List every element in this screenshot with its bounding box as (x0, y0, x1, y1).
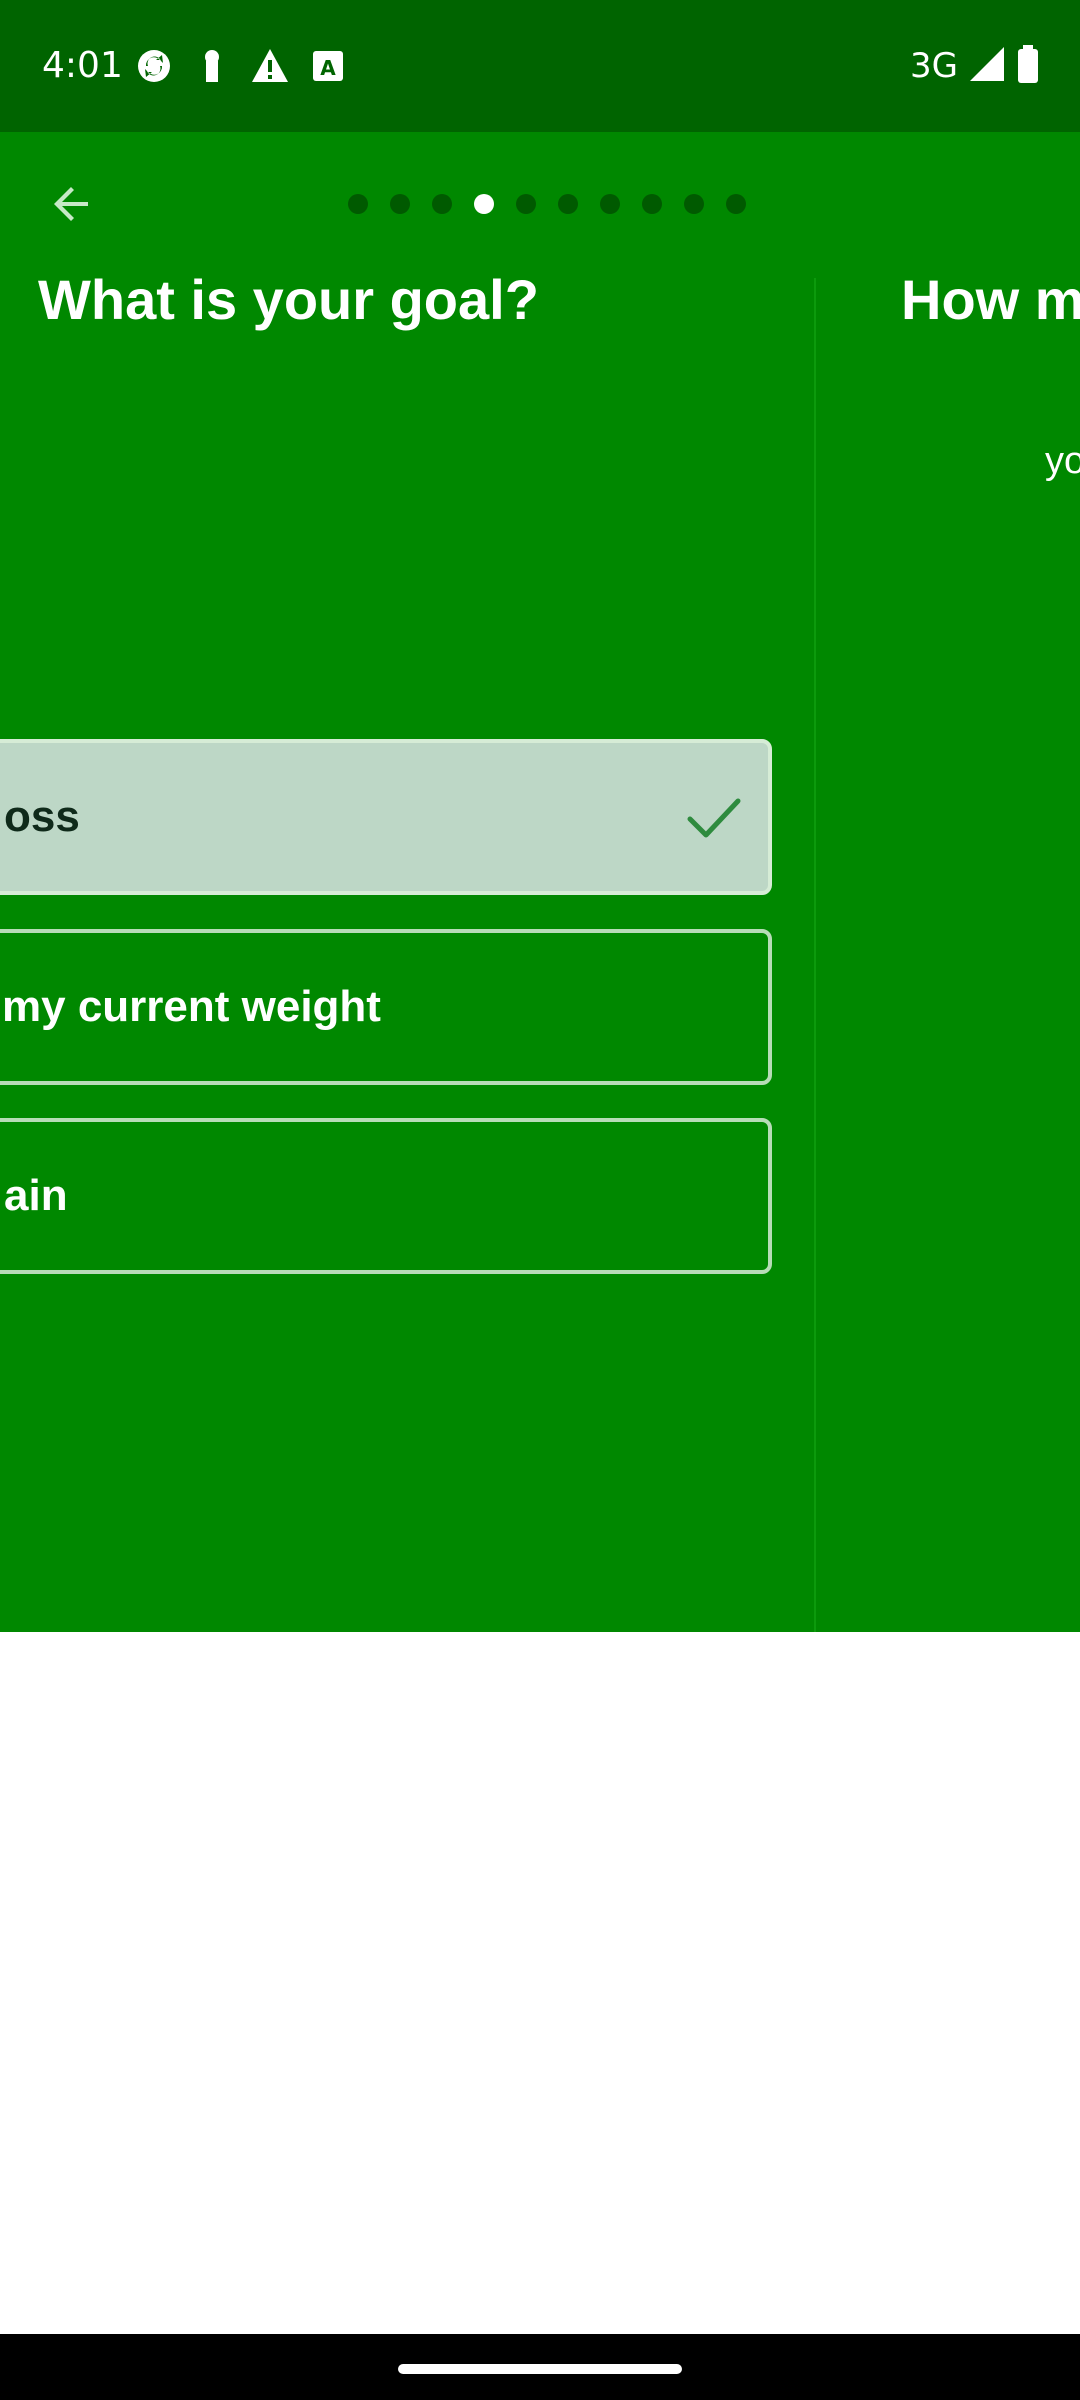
goal-option-maintain-weight[interactable]: my current weight (0, 929, 772, 1085)
check-icon (687, 798, 741, 838)
option-label: oss (4, 792, 80, 841)
goal-question-page: What is your goal? oss my current weight… (0, 132, 814, 1486)
page-title: How m (901, 268, 1080, 331)
status-time: 4:01 (42, 45, 123, 86)
keyhole-icon (192, 46, 232, 86)
option-label: my current weight (2, 982, 381, 1031)
status-bar: 4:01 A 3G (0, 0, 1080, 132)
next-question-page: How m yo (816, 132, 1080, 1486)
status-notification-icons: A (134, 46, 348, 86)
sync-icon (134, 46, 174, 86)
svg-text:A: A (320, 56, 336, 80)
page-title: What is your goal? (38, 268, 539, 331)
status-system-icons: 3G (910, 44, 1040, 88)
goal-option-weight-loss[interactable]: oss (0, 739, 772, 895)
home-gesture-handle[interactable] (398, 2364, 682, 2374)
font-icon: A (308, 46, 348, 86)
goal-option-weight-gain[interactable]: ain (0, 1118, 772, 1274)
navigation-bar (0, 2334, 1080, 2400)
signal-icon (968, 45, 1006, 88)
option-label: ain (4, 1171, 68, 1220)
warning-icon (250, 46, 290, 86)
battery-icon (1016, 44, 1040, 89)
onboarding-screen: What is your goal? oss my current weight… (0, 132, 1080, 1632)
network-type: 3G (910, 46, 958, 86)
page-subtitle: yo (1045, 440, 1080, 482)
